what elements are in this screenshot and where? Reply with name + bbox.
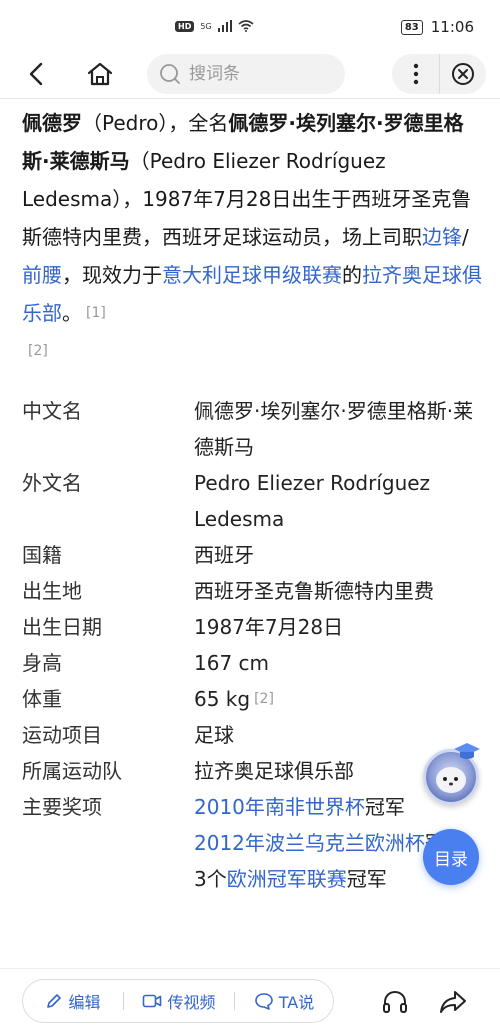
search-icon: [160, 64, 180, 84]
mini-app-capsule: [392, 54, 486, 94]
info-value: 167 cm: [194, 651, 270, 675]
clock: 11:06: [430, 18, 474, 36]
video-camera-icon: [143, 994, 162, 1008]
info-table: 中文名 佩德罗·埃列塞尔·罗德里格斯·莱德斯马 外文名 Pedro Elieze…: [22, 393, 482, 897]
link-football[interactable]: 足球: [194, 717, 479, 753]
intro-paragraph: 佩德罗（Pedro），全名佩德罗·埃列塞尔·罗德里格斯·莱德斯马（Pedro E…: [22, 104, 482, 370]
network-label: 5G: [200, 21, 212, 31]
link-champions-league[interactable]: 欧洲冠军联赛: [227, 867, 347, 891]
hd-badge: HD: [175, 20, 195, 32]
weight-value: 65 kg: [194, 687, 251, 711]
status-right: 83 11:06: [400, 18, 474, 36]
info-key: 身高: [22, 651, 62, 675]
info-key: 中文名: [22, 399, 82, 423]
back-arrow-icon: [29, 62, 43, 86]
reference-weight[interactable]: [2]: [254, 691, 274, 707]
edit-button[interactable]: 编辑: [23, 979, 123, 1023]
close-circle-icon: [452, 63, 474, 85]
table-of-contents-button[interactable]: 目录: [423, 829, 479, 885]
share-button[interactable]: [438, 987, 468, 1017]
link-serie-a[interactable]: 意大利足球甲级联赛: [162, 263, 342, 287]
more-dots-icon: [413, 63, 418, 85]
pencil-icon: [47, 994, 62, 1008]
action-pill: 编辑 传视频 TA说: [22, 979, 334, 1023]
info-row-birthplace: 出生地 西班牙圣克鲁斯德特内里费: [22, 573, 482, 609]
info-key: 国籍: [22, 543, 62, 567]
headphones-icon: [383, 990, 407, 1013]
info-key: 出生地: [22, 579, 82, 603]
info-key: 出生日期: [22, 615, 102, 639]
award-prefix: 3个: [194, 867, 227, 891]
info-key: 所属运动队: [22, 759, 122, 783]
intro-text-4: 的: [342, 263, 362, 287]
search-input[interactable]: [189, 64, 329, 84]
name-cn: 佩德罗: [22, 111, 82, 135]
intro-text-1: （Pedro），全名: [82, 111, 229, 135]
listen-button[interactable]: [380, 987, 410, 1017]
info-row-awards: 主要奖项 2010年南非世界杯冠军 2012年波兰乌克兰欧洲杯冠军 3个欧洲冠军…: [22, 789, 482, 897]
status-bar: HD 5G 83 11:06: [0, 0, 500, 50]
info-row-sport: 运动项目 足球: [22, 717, 482, 753]
info-key: 运动项目: [22, 723, 102, 747]
status-icons: HD 5G: [175, 20, 254, 32]
info-value: 1987年7月28日: [194, 615, 344, 639]
info-value: Pedro Eliezer Rodríguez Ledesma: [194, 471, 431, 531]
signal-icon: [217, 20, 232, 32]
bottom-toolbar: 编辑 传视频 TA说: [0, 968, 500, 1031]
info-key: 主要奖项: [22, 795, 102, 819]
link-spain[interactable]: 西班牙: [194, 537, 479, 573]
edit-label: 编辑: [68, 993, 101, 1012]
link-2010-world-cup[interactable]: 2010年南非世界杯: [194, 795, 365, 819]
award-suffix: 冠军: [364, 795, 405, 819]
info-row-birthdate: 出生日期 1987年7月28日: [22, 609, 482, 645]
intro-text-5: 。: [62, 301, 82, 325]
link-attacking-midfielder[interactable]: 前腰: [22, 263, 62, 287]
link-winger[interactable]: 边锋: [422, 225, 462, 249]
info-row-nationality: 国籍 西班牙: [22, 537, 482, 573]
home-icon: [87, 62, 113, 86]
share-arrow-icon: [440, 991, 466, 1013]
wifi-icon: [238, 20, 254, 32]
upload-video-button[interactable]: 传视频: [124, 979, 234, 1023]
chat-bubble-icon: [254, 993, 273, 1010]
info-row-weight: 体重 65 kg [2]: [22, 681, 482, 717]
info-value: 佩德罗·埃列塞尔·罗德里格斯·莱德斯马: [194, 399, 474, 459]
nav-bar: [0, 50, 500, 98]
more-button[interactable]: [392, 54, 439, 94]
info-row-foreign-name: 外文名 Pedro Eliezer Rodríguez Ledesma: [22, 465, 482, 537]
intro-text-3: ，现效力于: [62, 263, 162, 287]
home-button[interactable]: [84, 58, 116, 90]
info-key: 体重: [22, 687, 62, 711]
reference-1[interactable]: [1]: [86, 305, 106, 321]
link-euro-2012[interactable]: 2012年波兰乌克兰欧洲杯: [194, 831, 425, 855]
info-row-team: 所属运动队 拉齐奥足球俱乐部: [22, 753, 482, 789]
upload-video-label: 传视频: [167, 993, 216, 1012]
hedgehog-icon: [436, 767, 466, 793]
award-suffix: 冠军: [346, 867, 387, 891]
info-value: 65 kg [2]: [194, 681, 479, 717]
search-box[interactable]: [147, 54, 345, 94]
ta-says-label: TA说: [278, 993, 315, 1012]
nav-divider: [0, 98, 500, 99]
ta-says-button[interactable]: TA说: [235, 979, 333, 1023]
battery-icon: 83: [400, 19, 423, 35]
back-button[interactable]: [20, 58, 52, 90]
intro-slash: /: [462, 225, 469, 249]
info-row-chinese-name: 中文名 佩德罗·埃列塞尔·罗德里格斯·莱德斯马: [22, 393, 482, 465]
info-value: 西班牙圣克鲁斯德特内里费: [194, 579, 434, 603]
close-button[interactable]: [439, 54, 486, 94]
reference-2[interactable]: [2]: [28, 343, 48, 359]
info-row-height: 身高 167 cm: [22, 645, 482, 681]
ai-assistant-avatar-button[interactable]: [423, 743, 480, 805]
info-key: 外文名: [22, 471, 82, 495]
